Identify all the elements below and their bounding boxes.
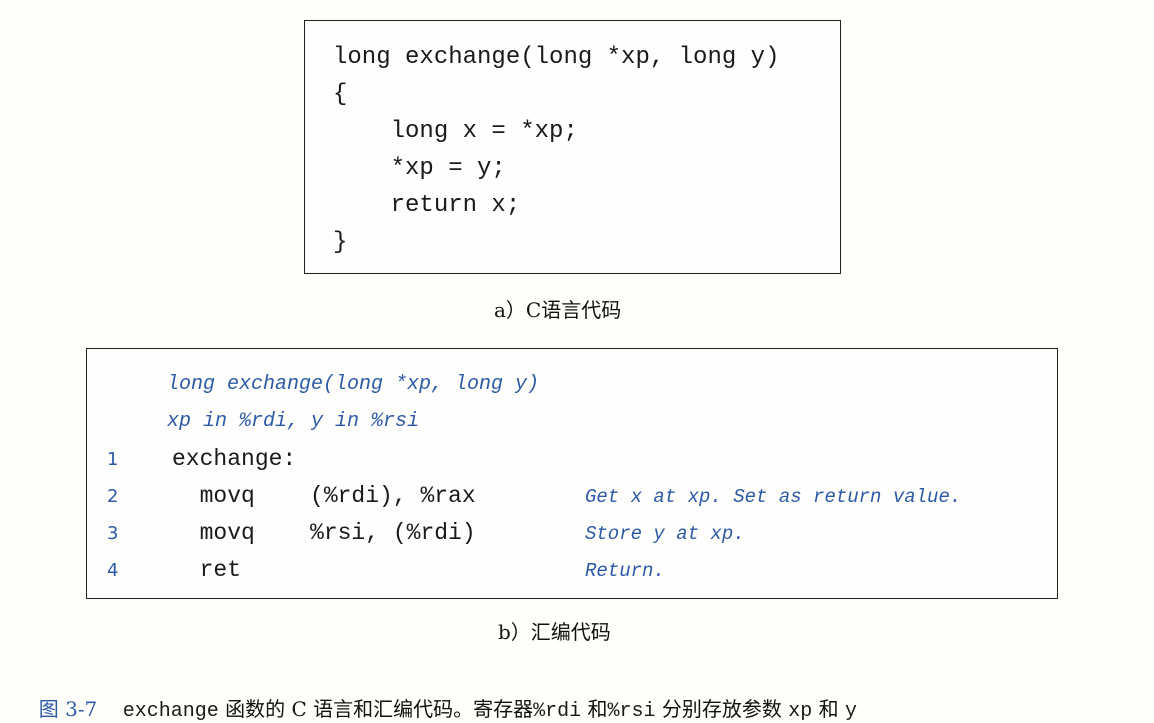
c-code-line: } (333, 229, 348, 256)
line-number: 2 (107, 486, 119, 507)
line-number: 1 (107, 449, 119, 470)
asm-instruction: movq (%rdi), %rax (172, 483, 476, 509)
figure-label: 图 3-7 (38, 697, 98, 721)
asm-comment: Get x at xp. Set as return value. (585, 486, 962, 508)
asm-comment: Return. (585, 560, 665, 582)
c-code-box: long exchange(long *xp, long y) { long x… (304, 20, 841, 274)
caption-part: xp (788, 700, 813, 723)
caption-part: 和 (812, 697, 845, 721)
c-code-line: *xp = y; (333, 155, 506, 182)
subcaption-asm-code: b）汇编代码 (498, 620, 611, 644)
c-code-line: long x = *xp; (333, 118, 578, 145)
line-number: 4 (107, 560, 119, 581)
caption-part: 函数的 C 语言和汇编代码。寄存器 (218, 697, 534, 721)
caption-part: 分别存放参数 (655, 697, 789, 721)
asm-header-signature: long exchange(long *xp, long y) (167, 373, 540, 396)
asm-header-registers: xp in %rdi, y in %rsi (167, 410, 420, 433)
caption-part: %rsi (607, 700, 656, 723)
caption-part: 和 (581, 697, 608, 721)
asm-instruction: ret (172, 557, 242, 583)
caption-part: y (844, 700, 857, 723)
asm-comment: Store y at xp. (585, 523, 745, 545)
asm-instruction: exchange: (172, 446, 297, 472)
c-code-line: { (333, 81, 348, 108)
asm-instruction: movq %rsi, (%rdi) (172, 520, 476, 546)
subcaption-c-code: a）C语言代码 (494, 298, 622, 322)
caption-part: %rdi (533, 700, 582, 723)
figure-caption: 图 3-7 exchange 函数的 C 语言和汇编代码。寄存器%rdi 和%r… (26, 679, 857, 722)
asm-code-box: long exchange(long *xp, long y) xp in %r… (86, 348, 1058, 599)
c-code-line: long exchange(long *xp, long y) (333, 44, 780, 71)
line-number: 3 (107, 523, 119, 544)
c-code-line: return x; (333, 192, 521, 219)
caption-part: exchange (122, 700, 219, 723)
